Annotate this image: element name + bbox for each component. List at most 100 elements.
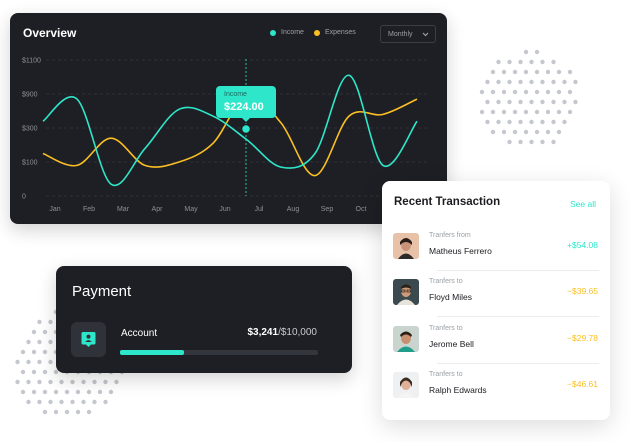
transaction-name: Matheus Ferrero — [429, 246, 492, 256]
transaction-item[interactable]: Tranfers to Floyd Miles −$39.65 — [393, 271, 599, 317]
decoration-dot — [26, 379, 31, 385]
legend-expenses-label: Expenses — [324, 29, 356, 36]
decoration-dot — [551, 119, 556, 125]
chart-legend: Income Expenses — [270, 29, 356, 36]
decoration-dot — [42, 369, 48, 375]
period-select[interactable]: Monthly — [380, 25, 436, 43]
decoration-dot — [59, 399, 64, 405]
legend-income-dot — [270, 29, 276, 36]
decoration-dot — [518, 59, 523, 65]
tooltip-label: Income — [224, 91, 247, 98]
transaction-item[interactable]: Tranfers to Jerome Bell −$29.78 — [393, 318, 599, 364]
decoration-dot — [37, 359, 42, 365]
decoration-dot — [75, 409, 81, 415]
decoration-dot — [556, 129, 562, 135]
transaction-item[interactable]: Tranfers to Ralph Edwards −$46.61 — [393, 364, 599, 410]
decoration-dot — [53, 409, 59, 415]
transaction-direction: Tranfers to — [429, 278, 463, 285]
see-all-link[interactable]: See all — [570, 199, 596, 209]
y-tick-label: $100 — [22, 160, 38, 167]
decoration-dot — [496, 79, 501, 85]
decoration-dot — [529, 99, 534, 105]
decoration-dot — [501, 109, 507, 115]
decoration-dot — [20, 349, 26, 355]
decoration-dot — [540, 59, 545, 65]
legend-expenses: Expenses — [313, 29, 356, 36]
avatar — [393, 372, 419, 398]
decoration-dot — [501, 129, 507, 135]
amount-total: /$10,000 — [278, 327, 317, 338]
decoration-dot — [75, 389, 81, 395]
decoration-dot — [31, 389, 37, 395]
transaction-amount: −$46.61 — [567, 379, 598, 389]
decoration-dot — [92, 399, 97, 405]
x-tick-label: Jun — [219, 206, 230, 213]
x-tick-label: Jul — [255, 206, 264, 213]
decoration-dot — [534, 129, 540, 135]
decoration-dot — [512, 89, 518, 95]
decoration-dot — [485, 119, 490, 125]
decoration-dot — [534, 49, 540, 55]
decoration-dot — [573, 79, 578, 85]
decoration-dot — [507, 59, 512, 65]
decoration-dot — [70, 379, 75, 385]
avatar — [393, 233, 419, 259]
decoration-dot — [42, 349, 48, 355]
decoration-dot — [490, 129, 496, 135]
decoration-dot — [534, 109, 540, 115]
payment-title: Payment — [72, 283, 132, 300]
decoration-dot — [529, 79, 534, 85]
decoration-dot — [540, 119, 545, 125]
decoration-dot — [529, 119, 534, 125]
decoration-dot — [551, 79, 556, 85]
decoration-dot — [523, 49, 529, 55]
transaction-amount: −$29.78 — [567, 333, 598, 343]
decoration-dot — [42, 329, 48, 335]
decoration-dot — [540, 79, 545, 85]
decoration-dot — [545, 69, 551, 75]
decoration-dot — [26, 399, 31, 405]
account-amount: $3,241/$10,000 — [247, 327, 317, 338]
decoration-dot — [529, 139, 534, 145]
decoration-dot — [59, 379, 64, 385]
decoration-dot — [37, 339, 42, 345]
decoration-dot — [523, 129, 529, 135]
decoration-dot — [507, 139, 512, 145]
decoration-dot — [518, 99, 523, 105]
x-tick-label: Sep — [321, 206, 334, 213]
chevron-down-icon — [422, 32, 429, 36]
transaction-direction: Tranfers to — [429, 325, 463, 332]
decoration-dot — [81, 379, 86, 385]
decoration-dot — [97, 389, 103, 395]
decoration-dot — [523, 89, 529, 95]
amount-used: $3,241 — [247, 327, 279, 338]
legend-income: Income — [270, 29, 304, 36]
decoration-dot — [48, 399, 53, 405]
decoration-dot — [490, 109, 496, 115]
y-tick-label: $900 — [22, 92, 38, 99]
decoration-dot — [81, 399, 86, 405]
decoration-dot — [540, 139, 545, 145]
decoration-dot — [512, 129, 518, 135]
decoration-dot — [31, 349, 37, 355]
decoration-dot — [490, 89, 496, 95]
decoration-dot — [37, 319, 42, 325]
avatar — [393, 326, 419, 352]
decoration-dot — [551, 59, 556, 65]
overview-title: Overview — [23, 26, 77, 40]
decoration-dot — [518, 79, 523, 85]
decoration-dot — [48, 319, 53, 325]
decoration-dot — [556, 69, 562, 75]
y-tick-label: $300 — [22, 126, 38, 133]
transaction-direction: Tranfers to — [429, 371, 463, 378]
y-tick-label: 0 — [22, 194, 26, 201]
transaction-item[interactable]: Tranfers from Matheus Ferrero +$54.08 — [393, 225, 599, 271]
divider — [437, 316, 599, 317]
decoration-dot — [48, 359, 53, 365]
decoration-dot — [523, 109, 529, 115]
decoration-dot — [114, 379, 119, 385]
decoration-dot — [534, 89, 540, 95]
decoration-dot — [64, 409, 70, 415]
decoration-dot — [507, 99, 512, 105]
decoration-dot — [523, 69, 529, 75]
